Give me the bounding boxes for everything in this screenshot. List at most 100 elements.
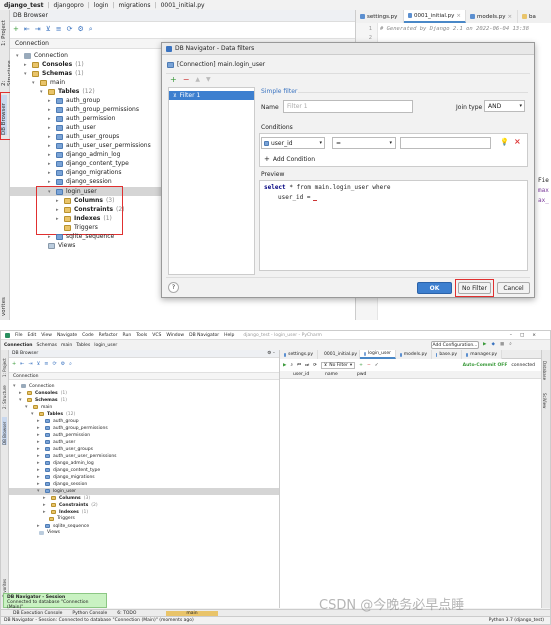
notification-balloon[interactable]: DB Navigator - Session Connected to data… (3, 593, 107, 610)
auto-commit-label[interactable]: Auto-Commit OFF (463, 363, 508, 368)
search-icon[interactable]: ⌕ (89, 25, 93, 34)
filter-icon[interactable]: ⊻ (46, 25, 51, 33)
tree-connection[interactable]: ▾ Connection (16, 52, 68, 59)
tree-table-item[interactable]: ▸ auth_user (48, 124, 96, 131)
chevron-right-icon[interactable]: ▸ (37, 425, 42, 431)
editor-tab[interactable]: login_user (360, 350, 396, 359)
add-configuration-button[interactable]: Add Configuration... (431, 341, 479, 349)
menu-item[interactable]: Code (82, 333, 94, 338)
tree-sqlite-sequence[interactable]: ▸ sqlite_sequence (48, 233, 114, 240)
connection-bar[interactable]: Connection (9, 372, 279, 380)
chevron-right-icon[interactable]: ▸ (37, 467, 42, 473)
crumb-3[interactable]: Tables (76, 343, 90, 348)
name-input[interactable]: Filter 1 (283, 100, 413, 113)
column-header-pwd[interactable]: pwd (354, 372, 384, 377)
crumb-2[interactable]: migrations (118, 2, 150, 9)
tree-sqlite-sequence[interactable]: ▸ sqlite_sequence (37, 523, 89, 529)
crumb-3[interactable]: 0001_initial.py (161, 2, 205, 9)
tab-settings[interactable]: settings.py (356, 10, 404, 23)
chevron-down-icon[interactable]: ▾ (31, 411, 36, 417)
tree-columns[interactable]: ▸ Columns (3) (43, 495, 90, 501)
ok-button[interactable]: OK (417, 282, 452, 294)
tree-indexes[interactable]: ▸ Indexes (1) (43, 509, 88, 515)
tree-table-item[interactable]: ▸ auth_user_groups (37, 446, 93, 452)
filter-list-item[interactable]: ⊻ Filter 1 (169, 91, 254, 100)
tree-consoles[interactable]: ▸ Consoles (1) (19, 390, 67, 396)
menu-item[interactable]: Navigate (57, 333, 77, 338)
tree-table-item[interactable]: ▸ django_migrations (48, 169, 122, 176)
chevron-right-icon[interactable]: ▸ (48, 170, 53, 176)
run-icon[interactable]: ▶ (283, 363, 286, 368)
chevron-right-icon[interactable]: ▸ (48, 125, 53, 131)
commit-icon[interactable]: ✓ (375, 363, 379, 368)
first-icon[interactable]: ⏮ (297, 362, 301, 368)
db-execution-console-tab[interactable]: DB Execution Console (13, 611, 62, 616)
cancel-button[interactable]: Cancel (497, 282, 530, 294)
dialog-titlebar[interactable]: DB Navigator - Data filters (162, 43, 534, 55)
remove-condition-icon[interactable]: × (514, 137, 521, 146)
chevron-right-icon[interactable]: ▸ (37, 453, 42, 459)
chevron-right-icon[interactable]: ▸ (48, 107, 53, 113)
join-type-select[interactable]: AND ▾ (484, 100, 525, 112)
menu-item[interactable]: File (15, 333, 23, 338)
editor-tab[interactable]: models.py (396, 350, 432, 359)
menu-item[interactable]: VCS (152, 333, 161, 338)
tree-views[interactable]: Views (31, 530, 60, 535)
collapse-icon[interactable]: ⇤ (24, 25, 30, 33)
chevron-right-icon[interactable]: ▸ (48, 143, 53, 149)
chevron-right-icon[interactable]: ▸ (43, 509, 48, 515)
chevron-right-icon[interactable]: ▸ (43, 502, 48, 508)
chevron-right-icon[interactable]: ▸ (37, 446, 42, 452)
crumb-0[interactable]: djangopro (54, 2, 84, 9)
chevron-right-icon[interactable]: ▸ (37, 474, 42, 480)
crumb-4[interactable]: login_user (94, 343, 117, 348)
chevron-right-icon[interactable]: ▸ (19, 390, 24, 396)
tab-0001-initial[interactable]: 0001_initial.py × (404, 10, 466, 23)
crumb-0[interactable]: Connection (4, 343, 33, 348)
tree-consoles[interactable]: ▸ Consoles (1) (24, 61, 84, 68)
status-interpreter[interactable]: Python 3.7 (django_test) (489, 618, 550, 623)
delete-row-icon[interactable]: − (367, 363, 371, 368)
tree-table-item[interactable]: ▸ django_admin_log (37, 460, 94, 466)
settings-icon[interactable]: ⚙ (61, 361, 65, 367)
tree-login-user[interactable]: ▾ login_user (37, 488, 76, 494)
column-header-user-id[interactable]: user_id (290, 372, 322, 377)
menu-item[interactable]: Help (224, 333, 234, 338)
add-icon[interactable]: + (13, 25, 19, 33)
sort-icon[interactable]: ≡ (56, 25, 62, 33)
vtab-project[interactable]: 1: Project (1, 16, 7, 46)
chevron-right-icon[interactable]: ▸ (37, 523, 42, 529)
condition-operator-select[interactable]: = ▾ (332, 137, 396, 149)
chevron-right-icon[interactable]: ▸ (43, 495, 48, 501)
close-icon[interactable]: × (456, 13, 461, 19)
expand-icon[interactable]: ⇥ (35, 25, 41, 33)
search-icon[interactable]: ⌕ (69, 361, 72, 367)
crumb-1[interactable]: login (94, 2, 109, 9)
vtab-favorites[interactable]: vorites (1, 296, 7, 316)
chevron-right-icon[interactable]: ▸ (37, 481, 42, 487)
tab-base[interactable]: ba (518, 10, 551, 23)
chevron-right-icon[interactable]: ▸ (37, 432, 42, 438)
stop-icon[interactable]: ■ (500, 342, 504, 347)
tree-triggers[interactable]: Triggers (49, 516, 75, 521)
add-icon[interactable]: + (12, 361, 16, 367)
chevron-right-icon[interactable]: ▸ (48, 152, 53, 158)
tree-table-item[interactable]: ▸ auth_group_permissions (48, 106, 139, 113)
condition-column-select[interactable]: user_id ▾ (261, 137, 325, 149)
chevron-right-icon[interactable]: ▸ (48, 116, 53, 122)
collapse-icon[interactable]: ⇤ (20, 361, 24, 367)
chevron-right-icon[interactable]: ▸ (37, 418, 42, 424)
tree-table-item[interactable]: ▸ django_admin_log (48, 151, 120, 158)
refresh-icon[interactable]: ⟳ (67, 25, 73, 33)
editor-tab[interactable]: 0001_initial.py (318, 350, 360, 359)
refresh-icon[interactable]: ⟳ (313, 363, 317, 368)
chevron-right-icon[interactable]: ▸ (24, 62, 29, 68)
column-header-name[interactable]: name (322, 372, 354, 377)
main-tab[interactable]: main (166, 610, 218, 616)
editor-tab[interactable]: base.py (432, 350, 462, 359)
vtab-sciview[interactable]: SciView (542, 393, 547, 415)
menu-item[interactable]: Tools (136, 333, 147, 338)
tree-table-item[interactable]: ▸ auth_permission (48, 115, 115, 122)
vtab-structure[interactable]: 2: Structure (2, 385, 7, 409)
chevron-right-icon[interactable]: ▸ (48, 98, 53, 104)
